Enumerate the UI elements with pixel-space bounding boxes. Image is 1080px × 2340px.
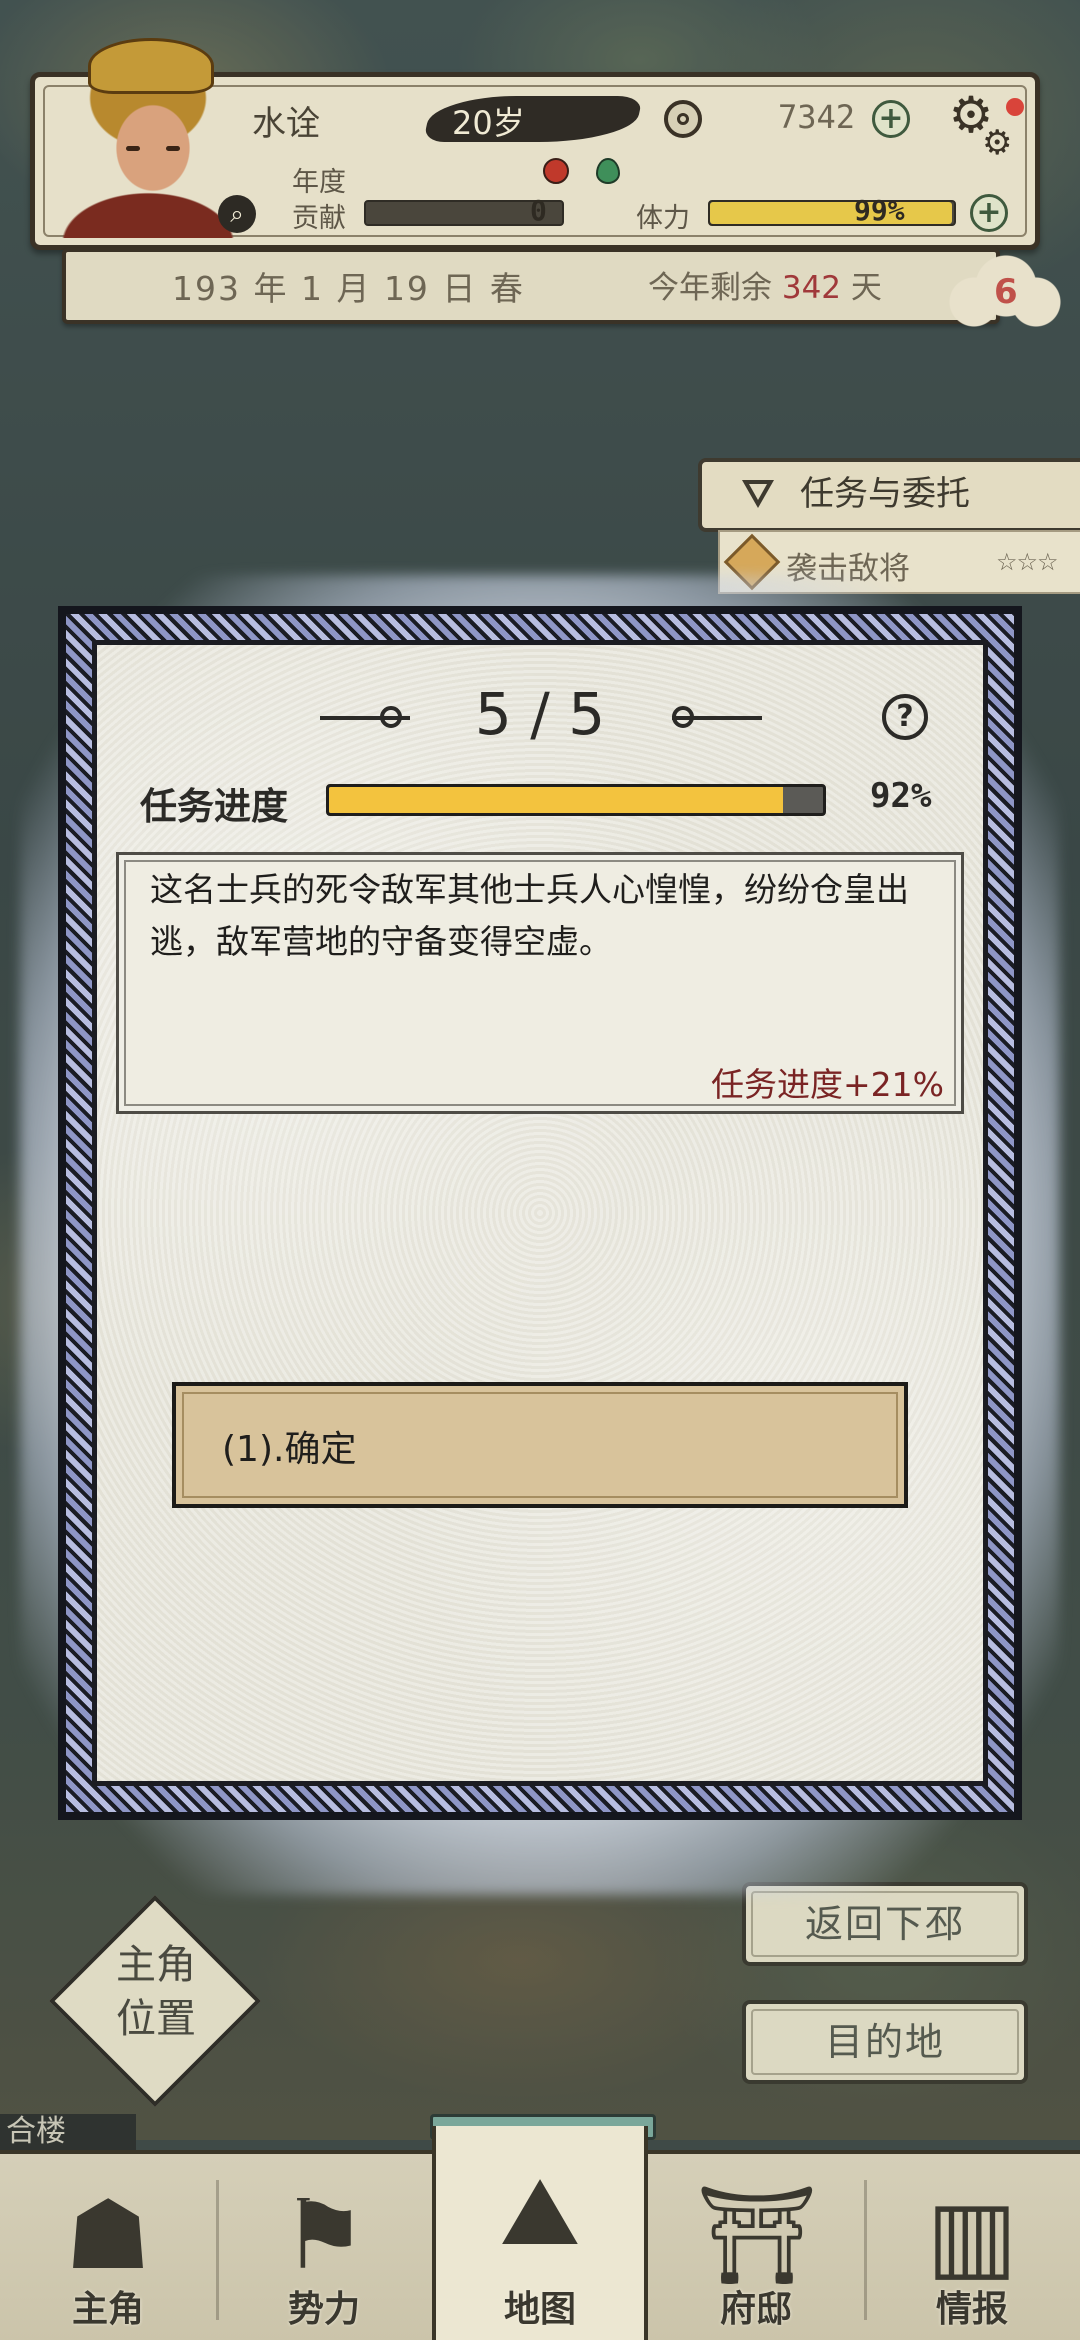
money-value: 7342: [777, 98, 855, 136]
green-medal-icon: [596, 158, 620, 184]
contribution-label: 贡献: [292, 203, 346, 234]
red-medal-icon: [543, 158, 569, 184]
event-result: 任务进度+21%: [711, 1065, 944, 1104]
nav-character[interactable]: ☗ 主角: [0, 2150, 216, 2340]
mansion-icon: ⛩: [696, 2179, 818, 2291]
year-label: 年度: [292, 167, 346, 198]
map-region-label: 合楼: [0, 2114, 136, 2150]
progress-bar: [326, 784, 826, 816]
magnifier-icon[interactable]: ⌕: [218, 195, 256, 233]
help-icon[interactable]: ?: [882, 694, 928, 740]
map-icon: ⛰: [499, 2155, 581, 2267]
nav-faction[interactable]: ⚑ 势力: [216, 2150, 432, 2340]
character-name: 水诠: [252, 104, 320, 144]
nav-mansion[interactable]: ⛩ 府邸: [648, 2150, 864, 2340]
nav-intel[interactable]: ▥ 情报: [864, 2150, 1080, 2340]
contribution-value: 0: [530, 194, 547, 227]
remaining-days: 今年剩余 342 天: [648, 270, 882, 306]
cloud-badge-count: 6: [994, 272, 1018, 312]
nav-map[interactable]: ⛰ 地图: [432, 2126, 648, 2340]
progress-percent: 92%: [870, 776, 932, 816]
event-message: 这名士兵的死令敌军其他士兵人心惶惶，纷纷仓皇出逃，敌军营地的守备变得空虚。: [150, 870, 909, 961]
character-portrait[interactable]: [48, 28, 248, 238]
add-stamina-button[interactable]: +: [970, 194, 1008, 232]
step-counter: 5 / 5: [474, 680, 606, 748]
stamina-value: 99%: [854, 194, 905, 227]
progress-label: 任务进度: [140, 785, 288, 828]
stamina-bar: [708, 200, 956, 226]
destination-button[interactable]: 目的地: [742, 2000, 1028, 2084]
coin-icon: [664, 100, 702, 138]
small-gear-icon: ⚙: [982, 123, 1013, 163]
task-tab-label: 任务与委托: [800, 474, 970, 514]
character-age: 20岁: [452, 104, 525, 142]
stamina-label: 体力: [636, 203, 690, 234]
current-date: 193 年 1 月 19 日 春: [172, 269, 525, 308]
step-ornament-right: [672, 716, 762, 720]
locate-character-label: 主角 位置: [116, 1942, 196, 2042]
scroll-icon: ▥: [926, 2179, 1018, 2291]
character-icon: ☗: [64, 2179, 152, 2291]
task-rating-stars: ☆☆☆: [996, 548, 1059, 576]
add-money-button[interactable]: +: [872, 100, 910, 138]
confirm-choice-label: (1).确定: [222, 1429, 357, 1470]
flag-icon: ⚑: [280, 2179, 368, 2291]
notification-dot: [1006, 98, 1024, 116]
step-curl-left: [380, 706, 402, 728]
